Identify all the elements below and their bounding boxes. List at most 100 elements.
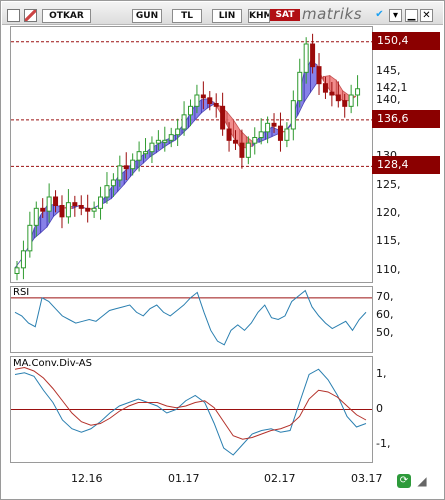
candle-body	[59, 205, 65, 218]
candle-body	[104, 185, 110, 198]
ma-band-segment	[143, 147, 151, 164]
macd-tick-label: 0	[376, 401, 383, 415]
rsi-label: RSI	[13, 287, 30, 298]
macd-label: MA.Conv.Div-AS	[13, 358, 92, 369]
candle-body	[226, 128, 232, 141]
ma-band-segment	[53, 204, 61, 218]
candle-body	[53, 196, 59, 206]
candle-body	[181, 114, 187, 130]
resize-grip-icon[interactable]: ◢	[415, 474, 429, 488]
candle-body	[91, 207, 97, 212]
sell-signal-badge: SAT	[270, 9, 300, 21]
candle-body	[239, 142, 245, 158]
toolbar: OTKAR GUN TL LIN KHM SAT matriks ✔ ▾ ▁ ✕	[2, 2, 443, 25]
time-tick-label: 03.17	[351, 472, 383, 485]
ma-band-segment	[271, 126, 279, 138]
candle-body	[329, 91, 335, 96]
candle-body	[220, 105, 226, 130]
candle-body	[46, 196, 52, 212]
candle-body	[78, 205, 84, 209]
dropdown-icon[interactable]: ▾	[389, 9, 402, 22]
candle-body	[342, 100, 348, 107]
signal-line	[14, 366, 367, 440]
candle-body	[110, 179, 116, 187]
candle-body	[258, 131, 264, 139]
candle-body	[14, 267, 20, 274]
candle-body	[188, 105, 193, 116]
currency-button[interactable]: TL	[172, 9, 202, 23]
price-tick-label: 120,	[376, 206, 401, 219]
candle-body	[252, 137, 258, 144]
candle-body	[303, 43, 309, 73]
time-tick-label: 12.16	[71, 472, 103, 485]
macd-chart	[11, 366, 372, 456]
candle-body	[20, 250, 26, 269]
symbol-button[interactable]: OTKAR	[42, 9, 91, 23]
candle-body	[143, 151, 149, 155]
macd-panel[interactable]	[10, 356, 373, 463]
candle-body	[149, 142, 155, 153]
price-panel[interactable]	[10, 26, 373, 283]
period-button[interactable]: GUN	[132, 9, 162, 23]
candle-body	[168, 134, 174, 141]
scale-button[interactable]: LIN	[212, 9, 242, 23]
candle-body	[65, 202, 71, 218]
price-level-tag: 128,4	[372, 156, 440, 175]
window-icon[interactable]	[7, 9, 20, 22]
candle-body	[277, 125, 283, 141]
rsi-panel[interactable]	[10, 286, 373, 353]
candle-body	[130, 159, 136, 170]
ma-band-segment	[342, 89, 350, 102]
macd-tick-label: 1,	[376, 366, 387, 380]
khm-button[interactable]: KHM	[248, 9, 270, 23]
ma-band-segment	[14, 259, 22, 269]
time-tick-label: 01.17	[168, 472, 200, 485]
last-price-label: 142,1	[376, 80, 408, 94]
rsi-line	[14, 289, 367, 346]
candle-body	[27, 224, 33, 252]
rsi-tick-label: 60,	[376, 307, 394, 321]
candle-body	[98, 196, 104, 209]
candle-body	[284, 128, 290, 141]
macd-tick-label: -1,	[376, 436, 391, 450]
price-tick-label: 140,	[376, 92, 401, 106]
candle-body	[85, 207, 91, 212]
price-tick-label: 125,	[376, 177, 401, 191]
brand-logo: matriks	[302, 5, 363, 23]
price-tick-label: 110,	[376, 262, 401, 276]
candle-body	[136, 151, 142, 161]
price-chart	[11, 33, 372, 281]
rsi-tick-label: 50,	[376, 325, 394, 339]
time-tick-label: 02.17	[264, 472, 296, 485]
candle-body	[290, 100, 296, 130]
chart-window: OTKAR GUN TL LIN KHM SAT matriks ✔ ▾ ▁ ✕…	[0, 0, 445, 500]
candle-body	[194, 94, 200, 107]
candle-body	[33, 207, 39, 226]
candle-body	[72, 202, 78, 207]
price-level-tag: 150,4	[372, 31, 440, 50]
candle-body	[316, 66, 322, 85]
close-icon[interactable]: ✕	[420, 9, 433, 22]
candle-body	[40, 207, 46, 212]
candle-body	[265, 122, 271, 133]
candle-body	[117, 165, 123, 181]
price-level-tag: 136,6	[372, 109, 440, 128]
candle-body	[335, 94, 341, 102]
refresh-icon[interactable]: ⟳	[397, 474, 411, 488]
candle-body	[271, 122, 277, 127]
minimize-icon[interactable]: ▁	[405, 9, 418, 22]
candle-body	[232, 139, 238, 144]
candle-body	[355, 88, 361, 96]
twitter-icon[interactable]: ✔	[374, 9, 385, 20]
price-tick-label: 115,	[376, 234, 401, 248]
macd-line	[14, 368, 367, 456]
ma-band-segment	[200, 98, 209, 114]
candle-body	[348, 94, 354, 107]
candle-body	[207, 97, 213, 105]
candle-body	[310, 43, 316, 68]
candle-body	[200, 94, 206, 99]
candle-body	[175, 128, 181, 136]
flag-icon[interactable]	[24, 9, 37, 22]
price-tick-label: 145,	[376, 64, 401, 78]
candle-body	[123, 165, 129, 170]
